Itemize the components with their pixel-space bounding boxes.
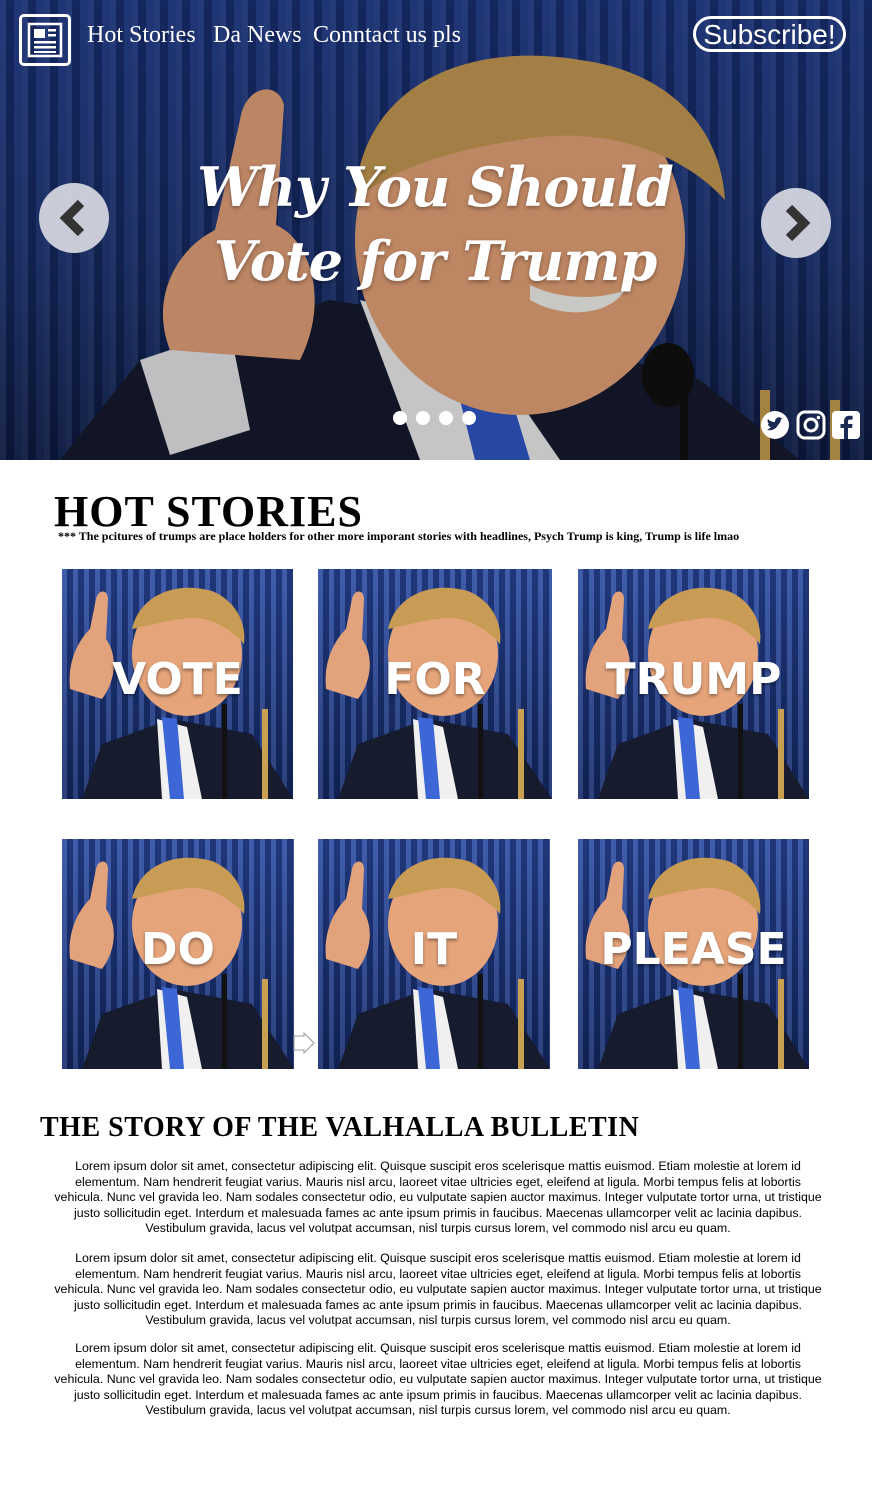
story-paragraph: Lorem ipsum dolor sit amet, consectetur … [54,1341,822,1417]
hero-title: Why You Should Vote for Trump [197,155,674,293]
chevron-right-icon [785,204,811,242]
facebook-icon[interactable] [831,410,861,440]
story-tile[interactable]: PLEASE [578,839,809,1069]
story-tile-label: PLEASE [600,924,787,975]
story-paragraph: Lorem ipsum dolor sit amet, consectetur … [54,1251,822,1327]
story-paragraph: Lorem ipsum dolor sit amet, consectetur … [54,1159,822,1235]
story-tile-label: FOR [384,654,486,705]
story-tile-label: DO [141,924,215,975]
story-tile[interactable]: VOTE [62,569,293,799]
newspaper-icon[interactable] [19,14,71,66]
carousel-next-button[interactable] [761,188,831,258]
story-tile[interactable]: DO [62,839,294,1069]
story-tile-label: IT [410,924,458,975]
story-tile-label: TRUMP [605,654,782,705]
carousel-prev-button[interactable] [39,183,109,253]
carousel-dot-1[interactable] [393,411,407,425]
nav-link-news[interactable]: Da News [213,22,302,49]
story-tile[interactable]: IT [318,839,550,1069]
twitter-icon[interactable] [760,410,790,440]
nav-link-hot-stories[interactable]: Hot Stories [87,22,196,49]
carousel-dot-4[interactable] [462,411,476,425]
carousel-dot-3[interactable] [439,411,453,425]
carousel-dot-2[interactable] [416,411,430,425]
instagram-icon[interactable] [796,410,826,440]
story-tile[interactable]: TRUMP [578,569,809,799]
chevron-left-icon [59,199,85,237]
story-title: THE STORY OF THE VALHALLA BULLETIN [40,1112,640,1143]
hot-stories-note: *** The pcitures of trumps are place hol… [58,529,740,543]
arrow-cursor-icon [293,1032,315,1054]
story-tile[interactable]: FOR [318,569,552,799]
story-tile-label: VOTE [112,654,243,705]
subscribe-button[interactable]: Subscribe! [693,16,846,52]
nav-link-contact[interactable]: Conntact us pls [313,22,461,49]
